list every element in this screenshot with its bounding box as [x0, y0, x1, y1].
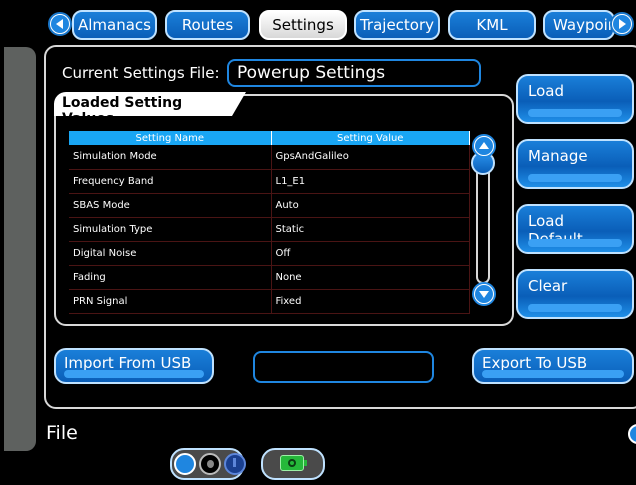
side-panel-handle[interactable] — [4, 47, 36, 451]
current-settings-file-label: Current Settings File: — [62, 64, 220, 82]
manage-button[interactable]: Manage — [516, 139, 634, 189]
setting-name-cell: Simulation Mode — [69, 145, 272, 170]
load-default-button[interactable]: Load Default — [516, 204, 634, 254]
column-header-setting-name: Setting Name — [69, 131, 272, 145]
setting-value-cell: Off — [271, 241, 470, 266]
tab-waypoints[interactable]: Waypoin — [543, 10, 615, 40]
column-header-setting-value: Setting Value — [271, 131, 470, 145]
table-row[interactable]: PRN Signal Fixed — [69, 289, 470, 314]
table-scrollbar-track[interactable] — [476, 156, 490, 284]
export-to-usb-button[interactable]: Export To USB — [472, 348, 634, 384]
tab-trajectory[interactable]: Trajectory — [354, 10, 440, 40]
tab-bar: Almanacs Routes Settings Trajectory KML … — [0, 8, 636, 48]
setting-value-cell: Fixed — [271, 289, 470, 314]
menu-knob-icon[interactable] — [628, 424, 636, 444]
setting-value-cell: None — [271, 265, 470, 290]
setting-value-cell: GpsAndGalileo — [271, 145, 470, 170]
setting-name-cell: Frequency Band — [69, 169, 272, 194]
table-row[interactable]: Frequency Band L1_E1 — [69, 169, 470, 194]
table-row[interactable]: SBAS Mode Auto — [69, 193, 470, 218]
table-row[interactable]: Simulation Type Static — [69, 217, 470, 242]
import-from-usb-button[interactable]: Import From USB — [54, 348, 214, 384]
load-button[interactable]: Load — [516, 74, 634, 124]
tab-kml[interactable]: KML — [448, 10, 536, 40]
setting-value-cell: Static — [271, 217, 470, 242]
chevron-down-icon[interactable] — [472, 282, 496, 306]
tab-routes[interactable]: Routes — [165, 10, 250, 40]
setting-name-cell: Fading — [69, 265, 272, 290]
setting-name-cell: SBAS Mode — [69, 193, 272, 218]
battery-icon — [280, 455, 307, 471]
table-row[interactable]: Digital Noise Off — [69, 241, 470, 266]
loaded-settings-title: Loaded Setting Values — [54, 92, 246, 127]
table-header-row: Setting Name Setting Value — [69, 131, 470, 145]
status-circle-icon[interactable] — [174, 453, 196, 475]
clear-button[interactable]: Clear — [516, 269, 634, 319]
current-settings-file-field: Powerup Settings — [227, 59, 481, 87]
tab-scroll-right-icon[interactable] — [610, 12, 634, 36]
footer-title: File — [46, 422, 78, 444]
lock-icon[interactable] — [199, 453, 221, 475]
tab-scroll-left-icon[interactable] — [48, 12, 72, 36]
table-row[interactable]: Simulation Mode GpsAndGalileo — [69, 145, 470, 170]
setting-name-cell: Digital Noise — [69, 241, 272, 266]
tab-settings[interactable]: Settings — [259, 10, 347, 40]
table-row[interactable]: Fading None — [69, 265, 470, 290]
info-icon[interactable] — [224, 453, 246, 475]
setting-value-cell: Auto — [271, 193, 470, 218]
tab-almanacs[interactable]: Almanacs — [72, 10, 157, 40]
settings-table: Setting Name Setting Value Simulation Mo… — [69, 131, 470, 314]
chevron-up-icon[interactable] — [472, 134, 496, 158]
setting-value-cell: L1_E1 — [271, 169, 470, 194]
setting-name-cell: Simulation Type — [69, 217, 272, 242]
setting-name-cell: PRN Signal — [69, 289, 272, 314]
usb-filename-field[interactable] — [253, 351, 434, 383]
